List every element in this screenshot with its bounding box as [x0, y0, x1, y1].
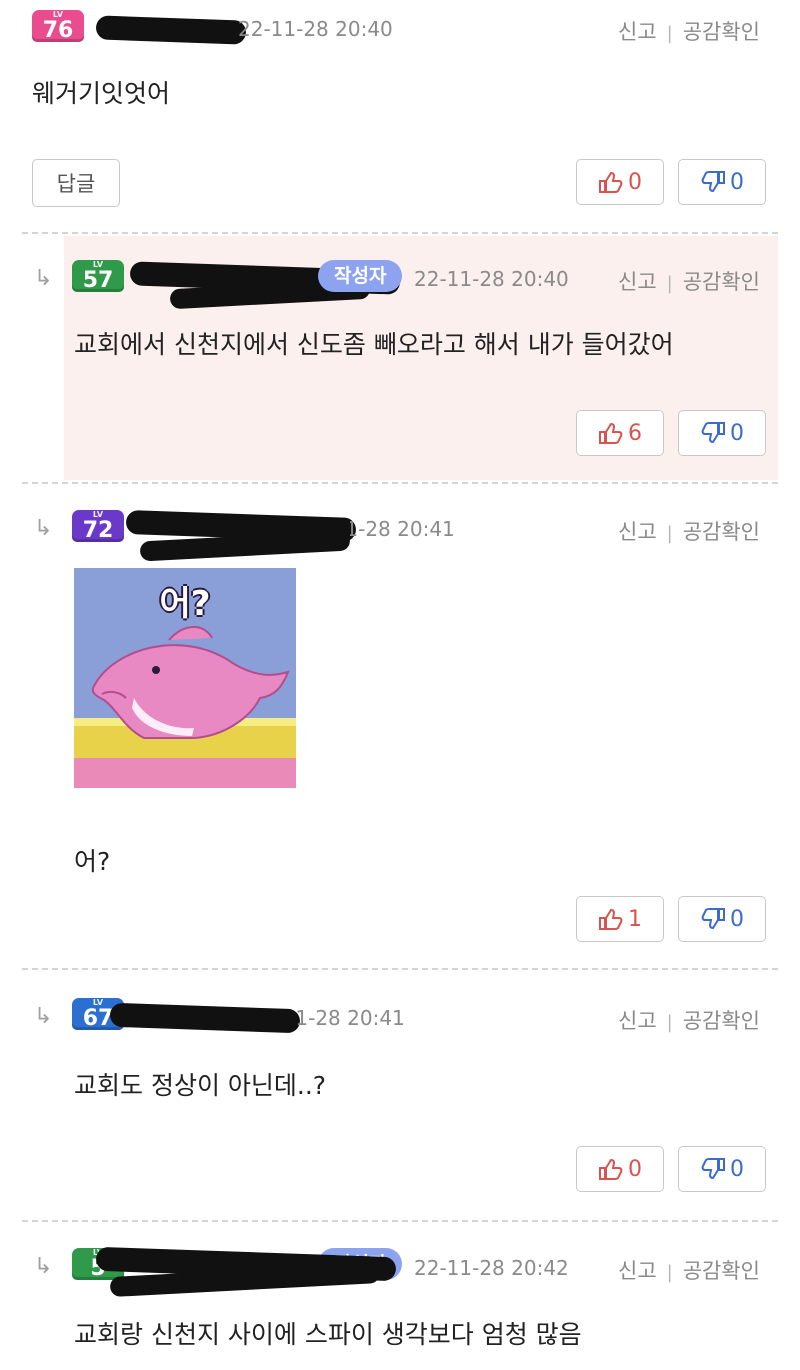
author-tag: 작성자 [318, 260, 403, 292]
comment-actions: 신고 | 공감확인 [618, 266, 760, 296]
like-count: 0 [628, 1156, 642, 1182]
reply-button[interactable]: 답글 [32, 159, 120, 207]
sticker-caption: 어? [159, 584, 211, 624]
comment-date: 22-11-28 20:40 [238, 17, 393, 41]
report-link[interactable]: 신고 [618, 20, 657, 44]
comment-reply: ↳ LV 72 22-11-28 20:41 신고 | 공감확인 어? 어? 1 0 [0, 484, 800, 968]
report-link[interactable]: 신고 [618, 1259, 657, 1283]
comment-text: 웨거기잇엇어 [32, 79, 171, 108]
separator: | [666, 273, 673, 294]
like-count: 1 [628, 906, 642, 932]
separator: | [666, 1262, 673, 1283]
check-likes-link[interactable]: 공감확인 [683, 20, 760, 44]
comment-actions: 신고 | 공감확인 [618, 1005, 760, 1035]
reply-arrow-icon: ↳ [34, 266, 53, 291]
like-button[interactable]: 6 [576, 410, 664, 456]
comment-actions: 신고 | 공감확인 [618, 1255, 760, 1285]
level-badge: LV 72 [72, 510, 124, 542]
report-link[interactable]: 신고 [618, 1009, 657, 1033]
dislike-count: 0 [730, 906, 744, 932]
comment-reply: ↳ LV 57 작성자 22-11-28 20:40 신고 | 공감확인 교회에서 … [0, 236, 800, 480]
comment-reply: ↳ LV 5 작성자 22-11-28 20:42 신고|공감확인 교회랑 신천… [0, 1222, 800, 1370]
comment-actions: 신고 | 공감확인 [618, 516, 760, 546]
comment-reply: ↳ LV 67 22-11-28 20:41 신고 | 공감확인 교회도 정상이 아… [0, 970, 800, 1218]
separator: | [666, 23, 673, 44]
level-number: 72 [82, 518, 114, 543]
separator: | [666, 1012, 673, 1033]
comment-divider [22, 232, 778, 234]
comment-date: 22-11-28 20:42 [414, 1256, 569, 1280]
comment-text: 교회에서 신천지에서 신도좀 빼오라고 해서 내가 들어갔어 [74, 330, 674, 359]
like-button[interactable]: 0 [576, 1146, 664, 1192]
comment-text: 교회랑 신천지 사이에 스파이 생각보다 엄청 많음 [74, 1320, 582, 1349]
report-link[interactable]: 신고 [618, 270, 657, 294]
like-button[interactable]: 1 [576, 896, 664, 942]
level-number: 57 [82, 268, 114, 293]
dislike-count: 0 [730, 1156, 744, 1182]
thumb-down-icon [701, 422, 725, 444]
dislike-button[interactable]: 0 [678, 1146, 766, 1192]
thumb-down-icon [701, 1158, 725, 1180]
comment-date: 22-11-28 20:40 [414, 267, 569, 291]
comment-text: 교회도 정상이 아닌데..? [74, 1071, 327, 1100]
dislike-button[interactable]: 0 [678, 410, 766, 456]
like-count: 6 [628, 420, 642, 446]
dolphin-sticker-image[interactable]: 어? [74, 568, 296, 788]
reply-arrow-icon: ↳ [34, 516, 53, 541]
comment-actions: 신고 | 공감확인 [618, 16, 760, 46]
thumb-up-icon [599, 908, 623, 930]
check-likes-link[interactable]: 공감확인 [683, 270, 760, 294]
level-badge: LV 76 [32, 10, 84, 42]
dislike-count: 0 [730, 169, 744, 195]
like-count: 0 [628, 169, 642, 195]
dislike-button[interactable]: 0 [678, 896, 766, 942]
separator: | [666, 523, 673, 544]
level-badge-lv: LV [92, 998, 104, 1007]
thumb-up-icon [599, 1158, 623, 1180]
like-button[interactable]: 0 [576, 159, 664, 205]
level-badge-lv: LV [92, 260, 104, 269]
thumb-up-icon [599, 422, 623, 444]
check-likes-link[interactable]: 공감확인 [683, 1259, 760, 1283]
report-link[interactable]: 신고 [618, 520, 657, 544]
reply-arrow-icon: ↳ [34, 1004, 53, 1029]
level-badge-lv: LV [52, 10, 64, 19]
level-badge-lv: LV [92, 510, 104, 519]
level-badge: LV 57 [72, 260, 124, 292]
redacted-nickname [95, 15, 247, 45]
thumb-down-icon [701, 171, 725, 193]
reply-arrow-icon: ↳ [34, 1254, 53, 1279]
comment-text: 어? [74, 847, 111, 876]
thumb-up-icon [599, 171, 623, 193]
comment: LV 76 22-11-28 20:40 신고 | 공감확인 웨거기잇엇어 답글 0… [0, 0, 800, 230]
thumb-down-icon [701, 908, 725, 930]
level-number: 76 [42, 18, 74, 43]
level-number: 67 [82, 1006, 114, 1031]
check-likes-link[interactable]: 공감확인 [683, 1009, 760, 1033]
check-likes-link[interactable]: 공감확인 [683, 520, 760, 544]
dislike-count: 0 [730, 420, 744, 446]
redacted-nickname [109, 1002, 301, 1034]
dislike-button[interactable]: 0 [678, 159, 766, 205]
